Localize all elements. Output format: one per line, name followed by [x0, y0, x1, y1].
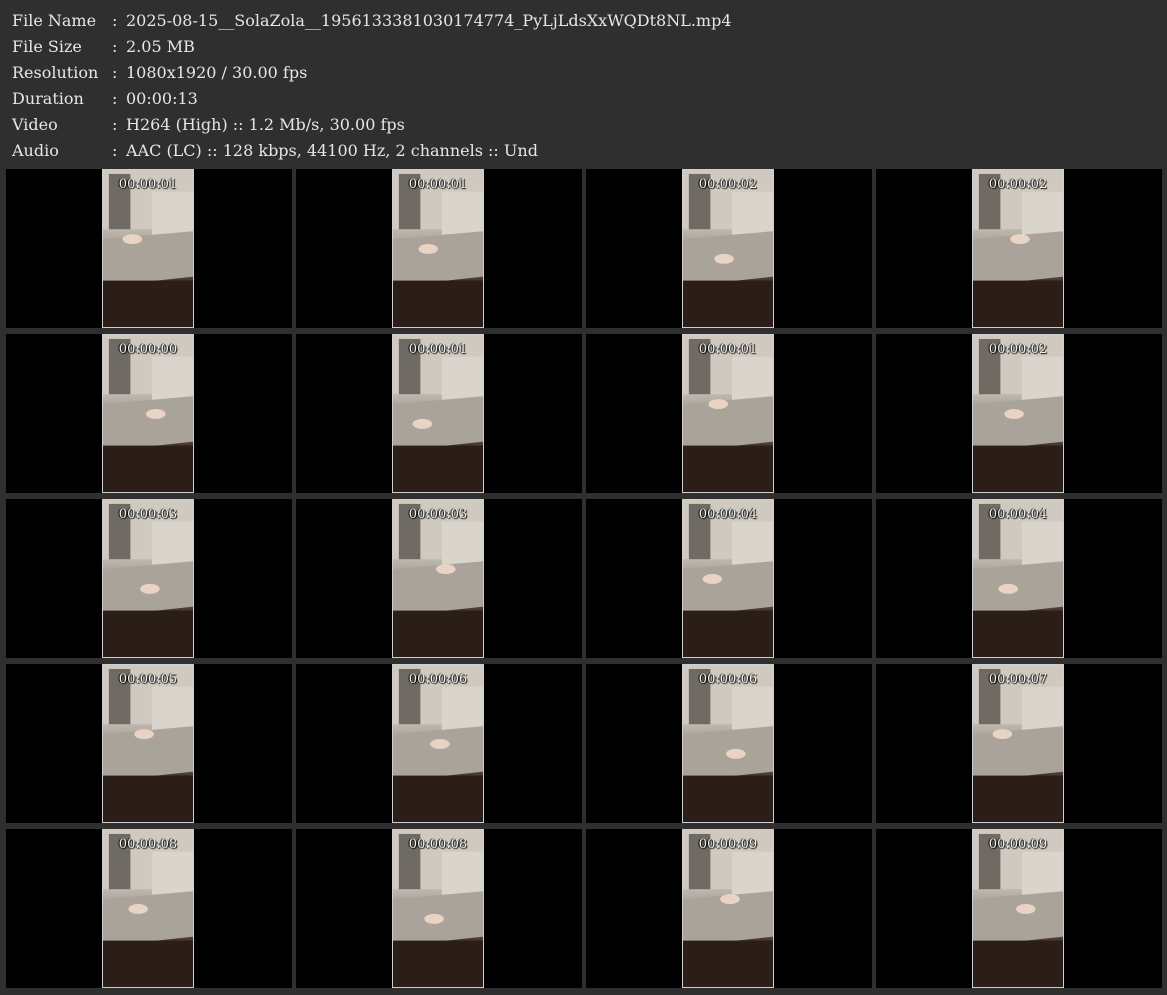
thumbnail-cell: 00:00:09: [586, 829, 872, 988]
thumbnail-timestamp: 00:00:08: [118, 837, 178, 852]
video-frame-image: 00:00:03: [392, 499, 484, 658]
thumbnail-cell: 00:00:02: [586, 169, 872, 328]
thumbnail-cell: 00:00:01: [6, 169, 292, 328]
thumbnail-timestamp: 00:00:06: [698, 672, 758, 687]
thumbnail-timestamp: 00:00:09: [988, 837, 1048, 852]
video-frame-image: 00:00:07: [972, 664, 1064, 823]
thumbnail-cell: 00:00:05: [6, 664, 292, 823]
info-separator: :: [112, 37, 118, 56]
thumbnail-timestamp: 00:00:01: [118, 177, 178, 192]
thumbnail-cell: 00:00:04: [876, 499, 1162, 658]
info-key: File Size: [12, 37, 82, 56]
video-frame-image: 00:00:09: [682, 829, 774, 988]
video-frame-image: 00:00:09: [972, 829, 1064, 988]
info-separator: :: [112, 11, 118, 30]
thumbnail-cell: 00:00:01: [296, 334, 582, 493]
video-frame-image: 00:00:01: [102, 169, 194, 328]
video-frame-image: 00:00:00: [102, 334, 194, 493]
thumbnail-timestamp: 00:00:03: [118, 507, 178, 522]
info-key: Resolution: [12, 63, 99, 82]
video-frame-image: 00:00:08: [102, 829, 194, 988]
info-separator: :: [112, 115, 118, 134]
info-separator: :: [112, 63, 118, 82]
thumbnail-timestamp: 00:00:08: [408, 837, 468, 852]
thumbnail-timestamp: 00:00:01: [698, 342, 758, 357]
video-frame-image: 00:00:01: [682, 334, 774, 493]
thumbnail-timestamp: 00:00:04: [698, 507, 758, 522]
thumbnail-timestamp: 00:00:00: [118, 342, 178, 357]
thumbnail-grid: 00:00:01 00:00:01 00:00:02 00:00:02 00:00:00…: [6, 169, 1162, 988]
video-frame-image: 00:00:04: [972, 499, 1064, 658]
video-frame-image: 00:00:05: [102, 664, 194, 823]
thumbnail-cell: 00:00:03: [6, 499, 292, 658]
info-value: 1080x1920 / 30.00 fps: [126, 63, 308, 82]
info-row: File Size:2.05 MB: [12, 34, 732, 60]
thumbnail-timestamp: 00:00:02: [698, 177, 758, 192]
video-frame-image: 00:00:01: [392, 169, 484, 328]
file-info-panel: File Name:2025-08-15__SolaZola__19561333…: [12, 8, 732, 164]
thumbnail-timestamp: 00:00:02: [988, 342, 1048, 357]
thumbnail-cell: 00:00:06: [586, 664, 872, 823]
thumbnail-timestamp: 00:00:03: [408, 507, 468, 522]
thumbnail-cell: 00:00:04: [586, 499, 872, 658]
thumbnail-cell: 00:00:07: [876, 664, 1162, 823]
info-row: Resolution:1080x1920 / 30.00 fps: [12, 60, 732, 86]
video-frame-image: 00:00:08: [392, 829, 484, 988]
thumbnail-timestamp: 00:00:01: [408, 177, 468, 192]
info-key: Duration: [12, 89, 84, 108]
thumbnail-cell: 00:00:01: [296, 169, 582, 328]
info-key: Video: [12, 115, 58, 134]
thumbnail-cell: 00:00:02: [876, 334, 1162, 493]
thumbnail-cell: 00:00:00: [6, 334, 292, 493]
thumbnail-timestamp: 00:00:06: [408, 672, 468, 687]
info-value: H264 (High) :: 1.2 Mb/s, 30.00 fps: [126, 115, 405, 134]
thumbnail-cell: 00:00:06: [296, 664, 582, 823]
thumbnail-timestamp: 00:00:07: [988, 672, 1048, 687]
video-frame-image: 00:00:02: [972, 169, 1064, 328]
thumbnail-cell: 00:00:09: [876, 829, 1162, 988]
info-value: 2.05 MB: [126, 37, 195, 56]
info-key: File Name: [12, 11, 97, 30]
info-row: Audio: AAC (LC) :: 128 kbps, 44100 Hz, 2 …: [12, 138, 732, 164]
thumbnail-timestamp: 00:00:05: [118, 672, 178, 687]
thumbnail-timestamp: 00:00:01: [408, 342, 468, 357]
info-row: Video: H264 (High) :: 1.2 Mb/s, 30.00 fps: [12, 112, 732, 138]
thumbnail-cell: 00:00:08: [296, 829, 582, 988]
info-row: Duration:00:00:13: [12, 86, 732, 112]
info-value: 2025-08-15__SolaZola__195613338103017477…: [126, 11, 732, 30]
info-separator: :: [112, 141, 118, 160]
thumbnail-timestamp: 00:00:09: [698, 837, 758, 852]
thumbnail-cell: 00:00:02: [876, 169, 1162, 328]
video-frame-image: 00:00:06: [392, 664, 484, 823]
video-frame-image: 00:00:01: [392, 334, 484, 493]
video-frame-image: 00:00:02: [682, 169, 774, 328]
info-row: File Name:2025-08-15__SolaZola__19561333…: [12, 8, 732, 34]
info-value: AAC (LC) :: 128 kbps, 44100 Hz, 2 channe…: [126, 141, 538, 160]
info-value: 00:00:13: [126, 89, 198, 108]
thumbnail-timestamp: 00:00:02: [988, 177, 1048, 192]
video-frame-image: 00:00:06: [682, 664, 774, 823]
thumbnail-timestamp: 00:00:04: [988, 507, 1048, 522]
info-key: Audio: [12, 141, 59, 160]
thumbnail-cell: 00:00:01: [586, 334, 872, 493]
video-frame-image: 00:00:03: [102, 499, 194, 658]
thumbnail-cell: 00:00:08: [6, 829, 292, 988]
video-frame-image: 00:00:02: [972, 334, 1064, 493]
video-frame-image: 00:00:04: [682, 499, 774, 658]
info-separator: :: [112, 89, 118, 108]
thumbnail-cell: 00:00:03: [296, 499, 582, 658]
